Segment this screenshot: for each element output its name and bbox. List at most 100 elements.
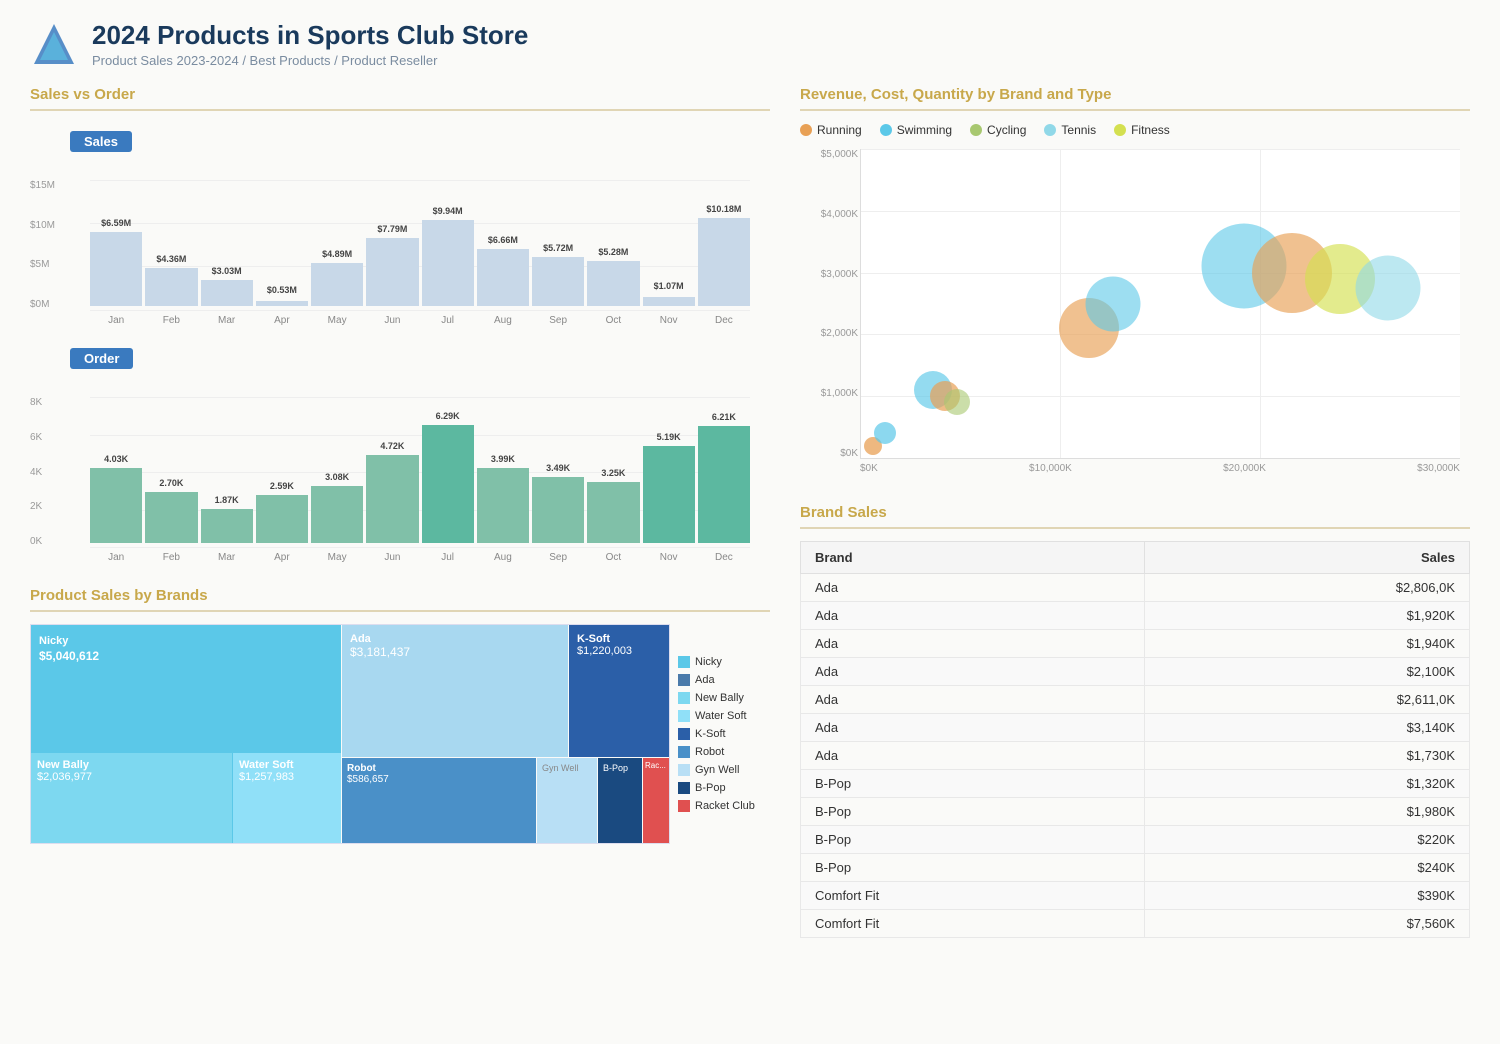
- cycling-dot: [970, 124, 982, 136]
- order-label-btn[interactable]: Order: [70, 348, 133, 369]
- treemap-ada[interactable]: Ada $3,181,437: [342, 625, 568, 757]
- treemap-bottom-row: New Bally $2,036,977 Water Soft $1,257,9…: [31, 753, 341, 843]
- month-jan: Jan: [90, 315, 142, 326]
- legend-new-bally-color: [678, 692, 690, 704]
- page-root: 2024 Products in Sports Club Store Produ…: [0, 0, 1500, 1044]
- legend-ksoft-color: [678, 728, 690, 740]
- bar-dec-label: $10.18M: [706, 204, 741, 214]
- legend-robot-label: Robot: [695, 746, 724, 758]
- treemap-robot[interactable]: Robot $586,657: [342, 758, 536, 843]
- legend-ada-color: [678, 674, 690, 686]
- y-tick-4k: 4K: [30, 467, 85, 478]
- order-y-axis: 8K 6K 4K 2K 0K: [30, 397, 85, 547]
- brand-table-row: B-Pop$240K: [801, 854, 1470, 882]
- bubble-7: [1085, 276, 1140, 331]
- order-month-labels: Jan Feb Mar Apr May Jun Jul Aug Sep Oct …: [90, 552, 750, 563]
- bar-nov-label: $1.07M: [654, 281, 684, 291]
- month-jul: Jul: [422, 315, 474, 326]
- treemap-legend: Nicky Ada New Bally Water Soft: [670, 624, 770, 844]
- order-bar-nov-label: 5.19K: [657, 432, 681, 442]
- order-bar-feb-label: 2.70K: [159, 478, 183, 488]
- legend-fitness: Fitness: [1114, 123, 1170, 137]
- month-mar: Mar: [201, 315, 253, 326]
- fitness-dot: [1114, 124, 1126, 136]
- y-1000k: $1,000K: [800, 388, 858, 399]
- bar-sep-sales: $5.72M: [532, 176, 584, 306]
- month-dec: Dec: [698, 315, 750, 326]
- main-content: Sales vs Order Sales $15M $10M $5M $0M: [30, 86, 1470, 1024]
- header: 2024 Products in Sports Club Store Produ…: [30, 20, 1470, 68]
- treemap-gyn-well[interactable]: Gyn Well: [537, 758, 597, 843]
- brand-table-row: Comfort Fit$7,560K: [801, 910, 1470, 938]
- sales-cell: $2,100K: [1144, 658, 1469, 686]
- bar-may-sales: $4.89M: [311, 176, 363, 306]
- treemap-rac[interactable]: Rac...: [643, 758, 669, 843]
- page-title: 2024 Products in Sports Club Store: [92, 20, 528, 51]
- brand-cell: B-Pop: [801, 798, 1145, 826]
- brand-table: Brand Sales Ada$2,806,0KAda$1,920KAda$1,…: [800, 541, 1470, 938]
- y-2000k: $2,000K: [800, 328, 858, 339]
- bar-dec-fill: $10.18M: [698, 218, 750, 306]
- legend-ada-label: Ada: [695, 674, 715, 686]
- legend-gyn-well-label: Gyn Well: [695, 764, 739, 776]
- bar-jul-fill: $9.94M: [422, 220, 474, 306]
- order-bar-may-label: 3.08K: [325, 472, 349, 482]
- product-brands-title: Product Sales by Brands: [30, 587, 770, 612]
- sales-label-btn[interactable]: Sales: [70, 131, 132, 152]
- bar-jan-fill: $6.59M: [90, 232, 142, 306]
- legend-swimming-label: Swimming: [897, 123, 952, 137]
- header-text: 2024 Products in Sports Club Store Produ…: [92, 20, 528, 68]
- treemap-new-bally[interactable]: New Bally $2,036,977: [31, 753, 232, 843]
- sales-cell: $2,806,0K: [1144, 574, 1469, 602]
- legend-running: Running: [800, 123, 862, 137]
- order-bar-sep-label: 3.49K: [546, 463, 570, 473]
- bar-may-fill: $4.89M: [311, 263, 363, 306]
- treemap-ksoft[interactable]: K-Soft $1,220,003: [569, 625, 669, 757]
- bar-jun-sales: $7.79M: [366, 176, 418, 306]
- order-bars: 4.03K 2.70K 1.87K: [90, 393, 750, 543]
- bar-feb-sales: $4.36M: [145, 176, 197, 306]
- legend-swimming: Swimming: [880, 123, 952, 137]
- order-bar-sep: 3.49K: [532, 393, 584, 543]
- treemap-right-bottom: Robot $586,657 Gyn Well B-Pop: [342, 758, 669, 843]
- y-4000k: $4,000K: [800, 209, 858, 220]
- order-bar-jun: 4.72K: [366, 393, 418, 543]
- sales-bar-chart: $15M $10M $5M $0M: [30, 160, 770, 330]
- order-bar-jul-label: 6.29K: [436, 411, 460, 421]
- sales-chart-container: Sales $15M $10M $5M $0M: [30, 123, 770, 330]
- brand-table-row: Ada$2,806,0K: [801, 574, 1470, 602]
- bar-dec-sales: $10.18M: [698, 176, 750, 306]
- treemap-bpop[interactable]: B-Pop: [598, 758, 642, 843]
- bubble-section: Revenue, Cost, Quantity by Brand and Typ…: [800, 86, 1470, 474]
- order-bar-chart: 8K 6K 4K 2K 0K: [30, 377, 770, 567]
- treemap-water-soft[interactable]: Water Soft $1,257,983: [233, 753, 341, 843]
- treemap-nicky[interactable]: Nicky $5,040,612 New Bally $2,036,977 Wa…: [31, 625, 341, 843]
- treemap-nicky-value: $5,040,612: [39, 649, 333, 663]
- bar-feb-fill: $4.36M: [145, 268, 197, 306]
- brand-cell: Ada: [801, 602, 1145, 630]
- sales-cell: $1,320K: [1144, 770, 1469, 798]
- bubble-2: [874, 422, 896, 444]
- treemap-nicky-name: Nicky: [39, 635, 333, 647]
- legend-ksoft-label: K-Soft: [695, 728, 726, 740]
- y-tick-0k: 0K: [30, 536, 85, 547]
- swimming-dot: [880, 124, 892, 136]
- brand-cell: Ada: [801, 574, 1145, 602]
- bar-jun-label: $7.79M: [377, 224, 407, 234]
- order-chart-container: Order 8K 6K 4K 2K 0K: [30, 340, 770, 567]
- legend-fitness-label: Fitness: [1131, 123, 1170, 137]
- sales-cell: $2,611,0K: [1144, 686, 1469, 714]
- month-jun: Jun: [366, 315, 418, 326]
- brand-table-row: B-Pop$1,980K: [801, 798, 1470, 826]
- bar-oct-fill: $5.28M: [587, 261, 639, 307]
- bar-jan-label: $6.59M: [101, 218, 131, 228]
- bar-sep-label: $5.72M: [543, 243, 573, 253]
- product-brands-section: Product Sales by Brands Nicky $5,040,612…: [30, 587, 770, 844]
- bar-mar-label: $3.03M: [212, 266, 242, 276]
- bubble-x-axis: $0K $10,000K $20,000K $30,000K: [860, 463, 1460, 474]
- order-bar-apr-label: 2.59K: [270, 481, 294, 491]
- legend-cycling-label: Cycling: [987, 123, 1026, 137]
- legend-racket-club-label: Racket Club: [695, 800, 755, 812]
- app-logo: [30, 20, 78, 68]
- y-tick-5m: $5M: [30, 259, 85, 270]
